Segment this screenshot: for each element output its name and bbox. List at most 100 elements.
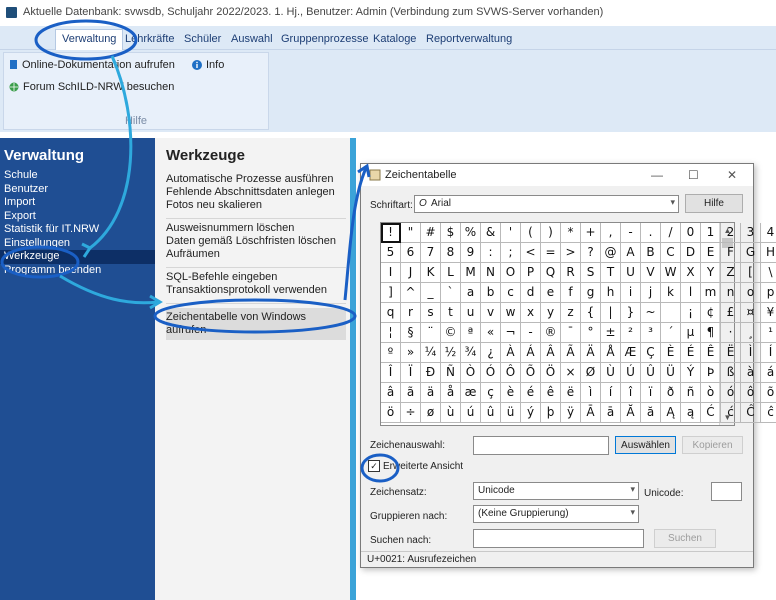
char-cell[interactable]: s [421, 303, 441, 323]
nav-item-benutzer[interactable]: Benutzer [0, 183, 155, 197]
tool-automatische-prozesse[interactable]: Automatische Prozesse ausführen [166, 173, 346, 186]
online-doc-button[interactable]: Online-Dokumentation aufrufen [9, 59, 175, 71]
char-cell[interactable]: ~ [641, 303, 661, 323]
panel-splitter[interactable] [350, 138, 356, 600]
char-cell[interactable]: I [381, 263, 401, 283]
char-cell[interactable]: > [561, 243, 581, 263]
char-cell[interactable]: Ë [721, 343, 741, 363]
char-cell[interactable]: U [621, 263, 641, 283]
char-cell[interactable]: æ [461, 383, 481, 403]
char-cell[interactable]: ? [581, 243, 601, 263]
tab-schueler[interactable]: Schüler [178, 30, 227, 48]
close-icon[interactable]: ✕ [727, 168, 737, 182]
char-cell[interactable]: q [381, 303, 401, 323]
char-cell[interactable]: » [401, 343, 421, 363]
char-cell[interactable]: A [621, 243, 641, 263]
char-cell[interactable]: z [561, 303, 581, 323]
tool-ausweisnummern-loeschen[interactable]: Ausweisnummern löschen [166, 222, 346, 235]
char-cell[interactable]: " [401, 223, 421, 243]
suchen-button[interactable]: Suchen [654, 529, 716, 548]
char-cell[interactable]: Û [641, 363, 661, 383]
char-cell[interactable]: G [741, 243, 761, 263]
char-cell[interactable]: F [721, 243, 741, 263]
checkbox-check-icon[interactable]: ✓ [368, 460, 380, 472]
char-cell[interactable]: Y [701, 263, 721, 283]
nav-item-import[interactable]: Import [0, 196, 155, 210]
char-cell[interactable]: ü [501, 403, 521, 423]
char-cell[interactable]: : [481, 243, 501, 263]
char-cell[interactable]: ; [501, 243, 521, 263]
char-cell[interactable]: # [421, 223, 441, 243]
char-cell[interactable]: ¼ [421, 343, 441, 363]
char-cell[interactable]: ¶ [701, 323, 721, 343]
char-cell[interactable]: ¤ [741, 303, 761, 323]
char-cell[interactable]: ą [681, 403, 701, 423]
char-cell[interactable]: å [441, 383, 461, 403]
char-cell[interactable]: N [481, 263, 501, 283]
char-cell[interactable]: Ü [661, 363, 681, 383]
char-cell[interactable]: Ì [741, 343, 761, 363]
char-cell[interactable]: ă [641, 403, 661, 423]
char-cell[interactable]: H [761, 243, 776, 263]
forum-button[interactable]: Forum SchILD-NRW besuchen [9, 81, 174, 93]
char-cell[interactable]: ¯ [561, 323, 581, 343]
zeichensatz-select[interactable]: Unicode ▾ [473, 482, 639, 500]
tab-lehrkraefte[interactable]: Lehrkräfte [119, 30, 181, 48]
char-cell[interactable]: ö [381, 403, 401, 423]
char-cell[interactable]: k [661, 283, 681, 303]
char-cell[interactable]: ç [481, 383, 501, 403]
char-cell[interactable]: Þ [701, 363, 721, 383]
tab-kataloge[interactable]: Kataloge [367, 30, 422, 48]
gruppieren-select[interactable]: (Keine Gruppierung) ▾ [473, 505, 639, 523]
char-cell[interactable]: 3 [741, 223, 761, 243]
char-cell[interactable]: ÷ [401, 403, 421, 423]
char-cell[interactable]: ß [721, 363, 741, 383]
char-cell[interactable]: î [621, 383, 641, 403]
char-cell[interactable]: Â [541, 343, 561, 363]
tool-fotos-skalieren[interactable]: Fotos neu skalieren [166, 199, 346, 212]
char-cell[interactable]: g [581, 283, 601, 303]
char-cell[interactable]: 0 [681, 223, 701, 243]
minimize-icon[interactable]: — [651, 168, 663, 182]
char-cell[interactable]: K [421, 263, 441, 283]
char-cell[interactable]: õ [761, 383, 776, 403]
char-cell[interactable]: m [701, 283, 721, 303]
char-cell[interactable]: £ [721, 303, 741, 323]
char-cell[interactable]: | [601, 303, 621, 323]
char-cell[interactable]: Ý [681, 363, 701, 383]
char-cell[interactable]: O [501, 263, 521, 283]
char-cell[interactable]: à [741, 363, 761, 383]
char-cell[interactable]: ù [441, 403, 461, 423]
char-cell[interactable]: [ [741, 263, 761, 283]
char-cell[interactable]: 6 [401, 243, 421, 263]
char-cell[interactable]: \ [761, 263, 776, 283]
auswaehlen-button[interactable]: Auswählen [615, 436, 676, 454]
tool-sql-befehle[interactable]: SQL-Befehle eingeben [166, 271, 346, 284]
char-cell[interactable]: Ă [621, 403, 641, 423]
char-cell[interactable]: ± [601, 323, 621, 343]
char-cell[interactable]: Ĉ [741, 403, 761, 423]
char-cell[interactable]: ê [541, 383, 561, 403]
char-cell[interactable]: j [641, 283, 661, 303]
char-cell[interactable]: ´ [661, 323, 681, 343]
char-cell[interactable]: T [601, 263, 621, 283]
char-cell[interactable] [661, 303, 681, 323]
char-cell[interactable]: Ą [661, 403, 681, 423]
char-cell[interactable]: ¸ [741, 323, 761, 343]
char-cell[interactable]: L [441, 263, 461, 283]
char-cell[interactable]: . [641, 223, 661, 243]
char-cell[interactable]: o [741, 283, 761, 303]
char-cell[interactable]: Ê [701, 343, 721, 363]
char-cell[interactable]: ¬ [501, 323, 521, 343]
nav-item-einstellungen[interactable]: Einstellungen [0, 237, 155, 251]
tab-reportverwaltung[interactable]: Reportverwaltung [420, 30, 518, 48]
char-cell[interactable]: ( [521, 223, 541, 243]
char-cell[interactable]: ^ [401, 283, 421, 303]
char-cell[interactable]: ) [541, 223, 561, 243]
char-cell[interactable]: J [401, 263, 421, 283]
char-cell[interactable]: p [761, 283, 776, 303]
kopieren-button[interactable]: Kopieren [682, 436, 743, 454]
tool-fehlende-abschnittsdaten[interactable]: Fehlende Abschnittsdaten anlegen [166, 186, 346, 199]
nav-item-statistik[interactable]: Statistik für IT.NRW [0, 223, 155, 237]
char-cell[interactable]: Õ [521, 363, 541, 383]
